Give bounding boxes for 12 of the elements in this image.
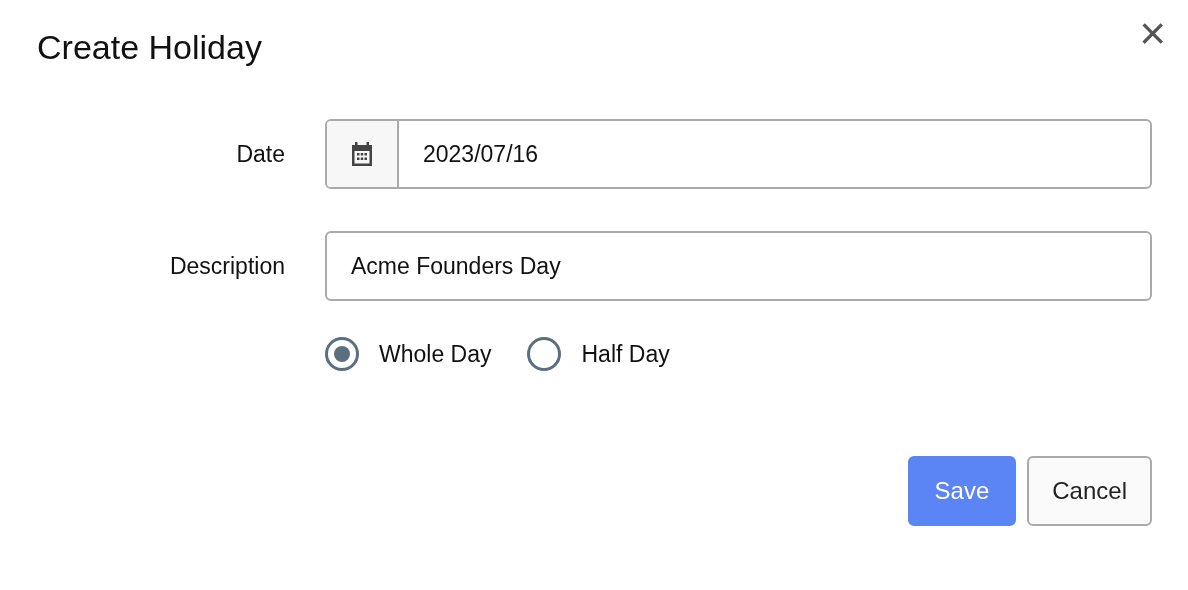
input-field[interactable]: 2023/07/16 xyxy=(325,119,1152,189)
close-button[interactable]: × xyxy=(1139,10,1166,56)
dialog-title: Create Holiday xyxy=(37,28,262,67)
field-label: Date xyxy=(235,140,286,168)
radio-label[interactable]: Whole Day xyxy=(379,340,492,368)
cancel-button[interactable]: Cancel xyxy=(1027,456,1152,526)
field-label: Description xyxy=(168,252,286,280)
input-field[interactable]: Acme Founders Day xyxy=(325,231,1152,301)
calendar-icon xyxy=(350,141,374,167)
radio-button[interactable] xyxy=(325,337,359,371)
radio-button[interactable] xyxy=(527,337,562,371)
radio-label[interactable]: Half Day xyxy=(581,340,670,368)
